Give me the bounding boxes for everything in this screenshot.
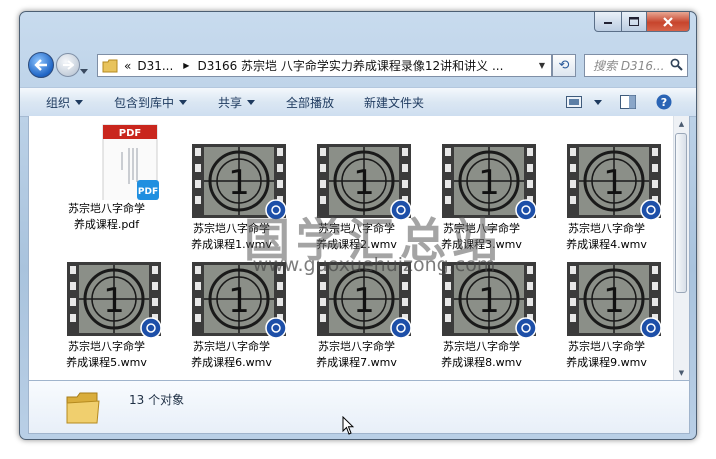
vertical-scrollbar[interactable]: ▲ ▼ xyxy=(673,116,689,380)
file-item[interactable]: 1 苏宗垲八字命学 养成课程8.wmv xyxy=(424,262,539,382)
file-name: 苏宗垲八字命学 养成课程.pdf xyxy=(68,202,145,231)
media-player-icon xyxy=(640,317,661,338)
maximize-icon xyxy=(629,17,639,26)
film-leader-number: 1 xyxy=(603,163,625,203)
breadcrumb-overflow[interactable]: « xyxy=(124,59,131,73)
film-leader-number: 1 xyxy=(478,281,500,321)
scroll-up-arrow-icon[interactable]: ▲ xyxy=(674,116,689,131)
media-player-icon xyxy=(515,317,536,338)
minimize-button[interactable] xyxy=(594,12,622,32)
file-name: 苏宗垲八字命学 养成课程7.wmv xyxy=(316,340,397,369)
item-count: 13 个对象 xyxy=(129,393,185,407)
file-item[interactable]: 1 苏宗垲八字命学 养成课程7.wmv xyxy=(299,262,414,382)
folder-icon xyxy=(102,59,118,72)
change-view-button[interactable] xyxy=(566,88,602,116)
chevron-down-icon xyxy=(75,99,84,105)
maximize-button[interactable] xyxy=(622,12,647,32)
file-item[interactable]: PDF PDF 苏宗垲八字命学 养成课程.pdf xyxy=(49,124,164,244)
search-placeholder: 搜索 D316... xyxy=(593,59,665,73)
caption-buttons xyxy=(594,12,690,32)
file-name: 苏宗垲八字命学 养成课程5.wmv xyxy=(66,340,147,369)
search-input[interactable]: 搜索 D316... xyxy=(584,54,688,77)
close-button[interactable] xyxy=(647,12,690,32)
share-label: 共享 xyxy=(218,95,243,110)
include-in-library-menu[interactable]: 包含到库中 xyxy=(114,88,188,116)
film-leader-number: 1 xyxy=(103,281,125,321)
address-dropdown-button[interactable]: ▼ xyxy=(535,55,549,76)
watermark-url: www.guoxuehuizong.com xyxy=(252,254,496,276)
video-icon: 1 xyxy=(567,144,661,220)
help-button[interactable]: ? xyxy=(656,88,672,116)
organize-label: 组织 xyxy=(46,95,71,110)
media-player-icon xyxy=(640,199,661,220)
new-folder-label: 新建文件夹 xyxy=(364,95,425,110)
file-item[interactable]: 1 苏宗垲八字命学 养成课程5.wmv xyxy=(49,262,164,382)
breadcrumb-item-parent[interactable]: D31... xyxy=(137,59,173,73)
media-player-icon xyxy=(140,317,161,338)
organize-menu[interactable]: 组织 xyxy=(46,88,84,116)
navigation-bar: « D31... ▶ D3166 苏宗垲 八字命学实力养成课程录像12讲和讲义 … xyxy=(20,47,696,78)
media-player-icon xyxy=(390,317,411,338)
chevron-down-icon xyxy=(247,99,256,105)
breadcrumb-separator-icon[interactable]: ▶ xyxy=(183,61,189,70)
mouse-cursor-icon xyxy=(342,416,354,435)
scrollbar-thumb[interactable] xyxy=(675,133,687,293)
close-icon xyxy=(663,16,673,27)
preview-pane-button[interactable] xyxy=(620,88,636,116)
breadcrumb-item-current[interactable]: D3166 苏宗垲 八字命学实力养成课程录像12讲和讲义 ... xyxy=(197,57,503,74)
chevron-down-icon xyxy=(80,69,88,74)
svg-text:?: ? xyxy=(661,96,667,109)
forward-arrow-icon xyxy=(63,60,74,70)
play-all-label: 全部播放 xyxy=(286,95,335,110)
share-menu[interactable]: 共享 xyxy=(218,88,256,116)
file-list-pane[interactable]: PDF PDF 苏宗垲八字命学 养成课程.pdf 1 苏宗垲八字命学 养成课程1.w… xyxy=(28,116,690,381)
recent-pages-button[interactable] xyxy=(80,60,88,74)
film-leader-number: 1 xyxy=(353,281,375,321)
view-icon xyxy=(566,96,582,108)
file-name: 苏宗垲八字命学 养成课程8.wmv xyxy=(441,340,522,369)
preview-pane-icon xyxy=(620,95,636,109)
pdf-icon: PDF PDF xyxy=(102,124,159,200)
film-leader-number: 1 xyxy=(353,163,375,203)
forward-button[interactable] xyxy=(56,53,80,77)
film-leader-number: 1 xyxy=(603,281,625,321)
refresh-icon: ⟲ xyxy=(558,58,570,73)
pdf-app-badge-text: PDF xyxy=(138,187,158,197)
film-leader-number: 1 xyxy=(478,163,500,203)
chevron-down-icon xyxy=(179,99,188,105)
back-button[interactable] xyxy=(28,52,54,78)
film-leader-number: 1 xyxy=(228,163,250,203)
file-item[interactable]: 1 苏宗垲八字命学 养成课程6.wmv xyxy=(174,262,289,382)
explorer-window: « D31... ▶ D3166 苏宗垲 八字命学实力养成课程录像12讲和讲义 … xyxy=(19,11,697,440)
folder-icon xyxy=(66,392,100,424)
file-item[interactable]: 1 苏宗垲八字命学 养成课程9.wmv xyxy=(549,262,664,382)
command-bar: 组织 包含到库中 共享 全部播放 新建文件夹 ? xyxy=(20,87,696,117)
file-name: 苏宗垲八字命学 养成课程6.wmv xyxy=(191,340,272,369)
details-pane: 13 个对象 xyxy=(28,380,690,434)
chevron-down-icon xyxy=(594,99,602,105)
new-folder-button[interactable]: 新建文件夹 xyxy=(364,88,424,116)
scroll-down-arrow-icon[interactable]: ▼ xyxy=(674,365,689,380)
media-player-icon xyxy=(265,317,286,338)
video-icon: 1 xyxy=(567,262,661,338)
help-icon: ? xyxy=(656,94,672,110)
video-icon: 1 xyxy=(67,262,161,338)
refresh-button[interactable]: ⟲ xyxy=(552,54,576,77)
film-leader-number: 1 xyxy=(228,281,250,321)
play-all-button[interactable]: 全部播放 xyxy=(286,88,334,116)
file-name: 苏宗垲八字命学 养成课程9.wmv xyxy=(566,340,647,369)
back-arrow-icon xyxy=(34,59,47,71)
include-library-label: 包含到库中 xyxy=(114,95,175,110)
minimize-icon xyxy=(604,21,612,24)
pdf-badge-text: PDF xyxy=(119,128,141,139)
search-icon xyxy=(670,58,683,71)
address-bar[interactable]: « D31... ▶ D3166 苏宗垲 八字命学实力养成课程录像12讲和讲义 … xyxy=(97,54,552,77)
